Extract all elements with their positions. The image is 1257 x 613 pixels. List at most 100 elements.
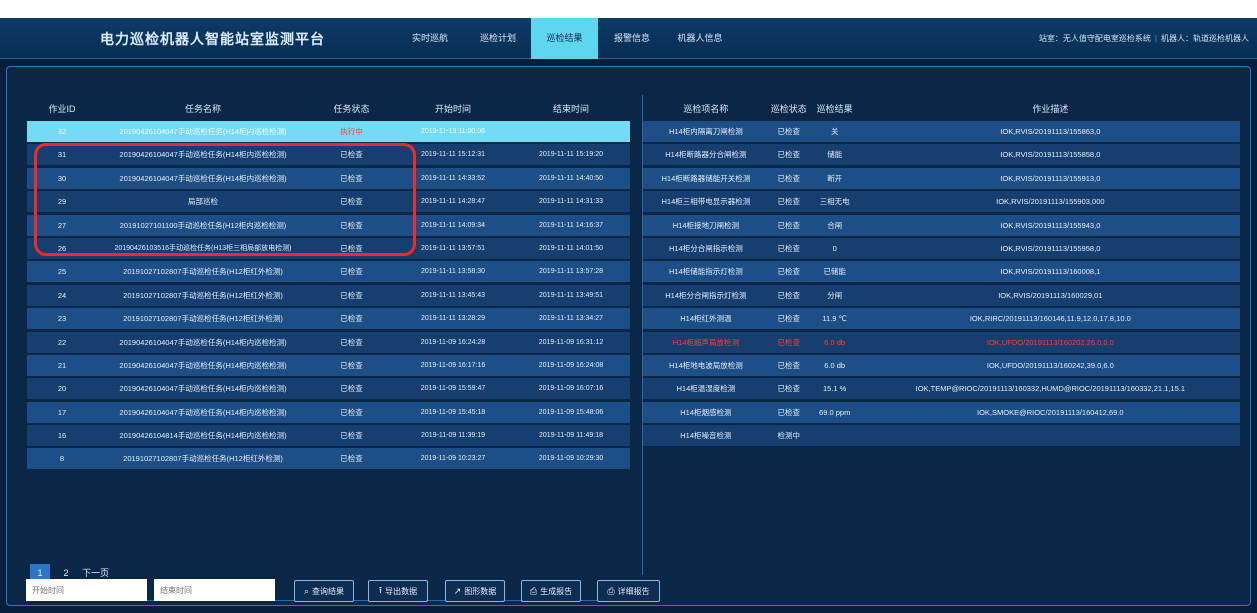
task-status-cell: 执行中 [340, 127, 363, 136]
item-result-cell: 6.0 db [824, 360, 846, 370]
robot-value: 轨道巡检机器人 [1193, 34, 1249, 43]
generate-report-button[interactable]: ⎙ 生成报告 [521, 580, 581, 602]
task-id-cell: 23 [57, 314, 67, 324]
item-status-cell: 已检查 [777, 173, 801, 183]
query-result-button[interactable]: ⌕ 查询结果 [294, 580, 354, 602]
item-result-cell: 6.0 db [824, 337, 846, 347]
tab-alarm-info[interactable]: 报警信息 [600, 18, 664, 59]
item-name-cell: H14柜断路器分合闸检测 [665, 150, 747, 160]
start-time-cell: 2019-11-09 16:17:16 [420, 361, 486, 369]
task-name-cell: 20191027102807手动巡检任务(H12柜红外检测) [123, 454, 283, 464]
item-result-cell: 11.9 ℃ [822, 314, 847, 324]
table-row[interactable]: 16 20190426104814手动巡检任务(H14柜内巡检检测) 已检查 2019… [27, 425, 630, 447]
table-row[interactable]: H14柜温湿度检测 已检查 15.1 % IOK,TEMP@RIOC/20191113… [643, 378, 1240, 400]
table-row[interactable]: H14柜断路器分合闸检测 已检查 储能 IOK,RVIS/20191113/15585… [643, 144, 1240, 166]
start-time-cell: 2019-11-09 16:24:28 [420, 338, 486, 346]
item-result-cell: 69.0 ppm [819, 407, 851, 417]
task-name-cell: 20190426104047手动巡检任务(H14柜内巡检检测) [119, 337, 287, 347]
item-status-cell: 已检查 [777, 243, 801, 253]
item-desc-cell: IOK,UFDO/20191113/160202,26.0,0.0 [986, 337, 1114, 347]
item-result-cell: 储能 [827, 150, 843, 160]
item-name-cell: H14柜温湿度检测 [676, 384, 736, 394]
table-row[interactable]: H14柜分合闸指示灯检测 已检查 分闸 IOK,RVIS/20191113/16002… [643, 284, 1240, 306]
highlight-annotation [34, 143, 416, 256]
tab-patrol-result[interactable]: 巡检结果 [531, 18, 598, 59]
table-row[interactable]: H14柜超声局放检测 已检查 6.0 db IOK,UFDO/20191113/160… [643, 331, 1240, 353]
table-row[interactable]: H14柜红外测温 已检查 11.9 ℃ IOK,RIRC/20191113/16014… [643, 308, 1240, 330]
table-row[interactable]: H14柜三相带电显示器检测 已检查 三相无电 IOK,RVIS/20191113/15… [643, 191, 1240, 213]
item-desc-cell: IOK,SMOKE@RIOC/20191113/160412,69.0 [977, 407, 1124, 417]
start-time-cell: 2019-11-13 11:00:06 [421, 128, 485, 135]
station-value: 无人值守配电室巡检系统 [1062, 34, 1151, 43]
task-status-cell: 已检查 [340, 267, 363, 277]
tab-patrol-plan[interactable]: 巡检计划 [466, 18, 530, 59]
table-row[interactable]: 24 20191027102807手动巡检任务(H12柜红外检测) 已检查 2019-… [27, 284, 630, 306]
end-time-input[interactable] [154, 579, 275, 601]
item-name-cell: H14柜地电波局放检测 [669, 360, 743, 370]
station-info: 站室：无人值守配电室巡检系统 | 机器人：轨道巡检机器人 [1039, 33, 1249, 44]
chart-icon: ↗ [453, 585, 462, 596]
table-row[interactable]: 17 20190426104047手动巡检任务(H14柜内巡检检测) 已检查 2019… [27, 401, 630, 423]
task-name-cell: 20191027102807手动巡检任务(H12柜红外检测) [123, 267, 283, 277]
task-status-cell: 已检查 [340, 314, 363, 324]
task-id-cell: 32 [57, 127, 67, 136]
start-time-cell: 2019-11-11 13:28:29 [421, 315, 485, 323]
end-time-cell: 2019-11-09 15:48:06 [538, 408, 604, 416]
col-start-time: 开始时间 [434, 103, 471, 114]
item-status-cell: 已检查 [777, 290, 801, 300]
col-task-status: 任务状态 [333, 103, 370, 114]
table-row[interactable]: H14柜内隔离刀闸检测 已检查 关 IOK,RVIS/20191113/155863,… [643, 121, 1240, 142]
item-desc-cell: IOK,RVIS/20191113/160029,01 [998, 290, 1103, 300]
task-id-cell: 22 [57, 337, 67, 347]
end-time-cell: 2019-11-09 10:29:30 [538, 455, 604, 463]
item-desc-cell: IOK,RVIS/20191113/155958,0 [1000, 243, 1101, 253]
task-name-cell: 20191027102807手动巡检任务(H12柜红外检测) [123, 290, 283, 300]
table-row[interactable]: H14柜地电波局放检测 已检查 6.0 db IOK,UFDO/20191113/16… [643, 354, 1240, 376]
item-name-cell: H14柜内隔离刀闸检测 [669, 127, 743, 136]
detail-table-header: 巡检项名称 巡检状态 巡检结果 作业描述 [643, 95, 1240, 121]
table-row[interactable]: H14柜接地刀闸检测 已检查 合闸 IOK,RVIS/20191113/155943,… [643, 214, 1240, 236]
table-row[interactable]: H14柜噪音检测 检测中 [643, 425, 1240, 447]
item-result-cell: 分闸 [827, 290, 843, 300]
tab-realtime-patrol[interactable]: 实时巡航 [398, 18, 462, 59]
task-status-cell: 已检查 [340, 337, 363, 347]
tab-robot-info[interactable]: 机器人信息 [668, 18, 732, 59]
table-row[interactable]: H14柜分合闸指示检测 已检查 0 IOK,RVIS/20191113/155958,… [643, 237, 1240, 259]
task-id-cell: 16 [57, 431, 67, 441]
table-row[interactable]: 23 20191027102807手动巡检任务(H12柜红外检测) 已检查 2019-… [27, 308, 630, 330]
table-row[interactable]: 20 20190426104047手动巡检任务(H14柜内巡检检测) 已检查 2019… [27, 378, 630, 400]
detail-report-button[interactable]: ⎙ 详细报告 [597, 580, 660, 602]
app-window: 电力巡检机器人智能站室监测平台 实时巡航 巡检计划 巡检结果 报警信息 机器人信… [0, 18, 1257, 613]
item-status-cell: 已检查 [777, 407, 801, 417]
task-id-cell: 20 [57, 384, 67, 394]
table-row[interactable]: 25 20191027102807手动巡检任务(H12柜红外检测) 已检查 2019-… [27, 261, 630, 283]
table-row[interactable]: 21 20190426104047手动巡检任务(H14柜内巡检检测) 已检查 2019… [27, 354, 630, 376]
item-desc-cell: IOK,RVIS/20191113/155903,000 [996, 197, 1105, 207]
item-name-cell: H14柜烟感检测 [680, 407, 732, 417]
task-name-cell: 20190426104047手动巡检任务(H14柜内巡检检测) [119, 407, 287, 417]
separator: | [1154, 34, 1157, 43]
table-row[interactable]: H14柜断路器储能开关检测 已检查 断开 IOK,RVIS/20191113/1559… [643, 167, 1240, 189]
item-name-cell: H14柜分合闸指示灯检测 [665, 290, 747, 300]
end-time-cell: 2019-11-09 16:07:16 [538, 385, 604, 393]
start-time-input[interactable] [26, 579, 147, 601]
col-item-status: 巡检状态 [770, 103, 807, 114]
task-status-cell: 已检查 [340, 384, 363, 394]
item-status-cell: 已检查 [777, 360, 801, 370]
query-result-label: 查询结果 [312, 586, 345, 596]
item-result-cell: 断开 [827, 173, 843, 183]
start-time-cell: 2019-11-09 11:39:19 [421, 432, 485, 440]
export-data-button[interactable]: ⭱ 导出数据 [368, 580, 428, 602]
item-name-cell: H14柜三相带电显示器检测 [661, 197, 751, 207]
table-row[interactable]: H14柜储能指示灯检测 已检查 已储能 IOK,RVIS/20191113/16000… [643, 261, 1240, 283]
app-title: 电力巡检机器人智能站室监测平台 [100, 31, 325, 47]
table-row[interactable]: H14柜烟感检测 已检查 69.0 ppm IOK,SMOKE@RIOC/201911… [643, 401, 1240, 423]
item-status-cell: 已检查 [777, 337, 801, 347]
table-row[interactable]: 22 20190426104047手动巡检任务(H14柜内巡检检测) 已检查 2019… [27, 331, 630, 353]
col-item-result: 巡检结果 [816, 103, 853, 114]
item-desc-cell: IOK,RIRC/20191113/160146,11.9,12.0,17.8,… [969, 314, 1131, 324]
table-row[interactable]: 8 20191027102807手动巡检任务(H12柜红外检测) 已检查 2019-1… [27, 448, 630, 470]
chart-data-button[interactable]: ↗ 图形数据 [445, 580, 505, 602]
item-status-cell: 已检查 [777, 314, 801, 324]
table-row[interactable]: 32 20190426104047手动巡检任务(H14柜内巡检检测) 执行中 2019… [27, 121, 630, 142]
